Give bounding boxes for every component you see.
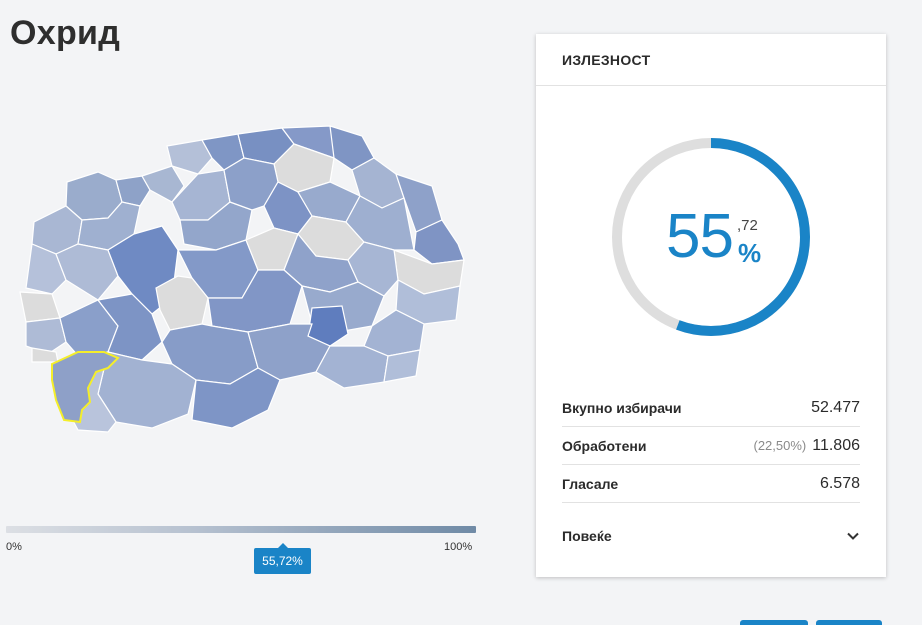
map-region[interactable] <box>315 345 389 389</box>
stat-value: 11.806 <box>812 436 860 454</box>
footer-button[interactable] <box>740 620 808 625</box>
stat-row-voted: Гласале 6.578 <box>562 465 860 503</box>
chevron-down-icon[interactable] <box>846 529 860 543</box>
map-region[interactable] <box>19 291 61 323</box>
stat-row-processed: Обработени (22,50%) 11.806 <box>562 427 860 465</box>
stat-row-total-voters: Вкупно избирачи 52.477 <box>562 389 860 427</box>
turnout-card: ИЗЛЕЗНОСТ 55 ,72 % Вкупно избирачи 52.47… <box>536 34 886 577</box>
turnout-percent-sign: % <box>738 238 762 268</box>
card-title: ИЗЛЕЗНОСТ <box>536 34 886 86</box>
scale-min-label: 0% <box>6 541 22 553</box>
stat-label: Гласале <box>562 475 619 492</box>
stat-label: Вкупно избирачи <box>562 399 682 416</box>
stat-note: (22,50%) <box>753 437 807 453</box>
scale-max-label: 100% <box>444 541 473 553</box>
turnout-percent-whole: 55 <box>666 202 734 271</box>
footer-button[interactable] <box>816 620 882 625</box>
scale-marker: 55,72% <box>254 543 311 574</box>
turnout-scale-bar <box>6 526 476 533</box>
stat-value: 52.477 <box>811 398 860 416</box>
page-title: Охрид <box>10 14 121 52</box>
stat-value: 6.578 <box>819 474 860 492</box>
turnout-percent-decimal: ,72 <box>737 217 758 234</box>
stat-label: Обработени <box>562 437 647 454</box>
more-toggle[interactable]: Повеќе <box>562 518 860 554</box>
more-label: Повеќе <box>562 528 612 544</box>
municipality-map[interactable] <box>12 110 472 440</box>
